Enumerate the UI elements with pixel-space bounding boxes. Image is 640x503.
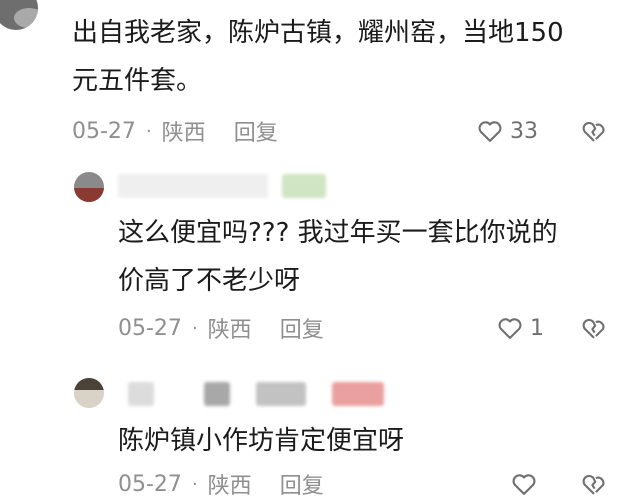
blurred-username (118, 174, 268, 198)
avatar[interactable] (74, 172, 104, 202)
comment-date: 05-27 (118, 471, 182, 497)
avatar[interactable] (74, 378, 104, 408)
like-button[interactable]: 33 (476, 116, 538, 146)
broken-heart-icon[interactable] (580, 117, 608, 145)
reply-button[interactable]: 回复 (280, 468, 324, 500)
reply-button[interactable]: 回复 (234, 115, 278, 147)
blurred-username (128, 382, 154, 406)
comment-text-line-1: 这么便宜吗??? 我过年买一套比你说的 (118, 218, 558, 248)
comment-date: 05-27 (118, 315, 182, 341)
comment-meta: 05-27 · 陕西 回复 (118, 312, 324, 344)
reply-button[interactable]: 回复 (280, 312, 324, 344)
heart-outline-icon (512, 474, 536, 495)
comment-text-line-1: 出自我老家，陈炉古镇，耀州窑，当地150 (72, 18, 564, 48)
heart-outline-icon (478, 121, 502, 142)
like-count: 33 (510, 118, 538, 144)
blurred-badge (332, 382, 384, 406)
comment-location: 陕西 (161, 121, 206, 146)
comment-text-line-2: 价高了不老少呀 (118, 266, 301, 296)
broken-heart-icon[interactable] (580, 314, 608, 342)
heart-outline-icon (498, 318, 522, 339)
blurred-username (204, 382, 230, 406)
broken-heart-icon[interactable] (580, 470, 608, 498)
meta-separator: · (191, 317, 198, 339)
comment-location: 陕西 (207, 318, 252, 343)
meta-separator: · (191, 473, 198, 495)
comment-location: 陕西 (207, 474, 252, 499)
comment-text-line-2: 元五件套。 (72, 66, 203, 96)
like-count: 1 (530, 315, 544, 341)
comment-text-line-1: 陈炉镇小作坊肯定便宜呀 (118, 426, 405, 456)
blurred-badge (282, 174, 326, 198)
avatar[interactable] (0, 0, 38, 30)
meta-separator: · (145, 120, 152, 142)
comment-meta: 05-27 · 陕西 回复 (72, 115, 278, 147)
like-button[interactable]: 1 (496, 313, 544, 343)
comment-date: 05-27 (72, 118, 136, 144)
blurred-username (256, 382, 306, 406)
comment-meta: 05-27 · 陕西 回复 (118, 468, 324, 500)
like-button[interactable] (510, 469, 544, 499)
